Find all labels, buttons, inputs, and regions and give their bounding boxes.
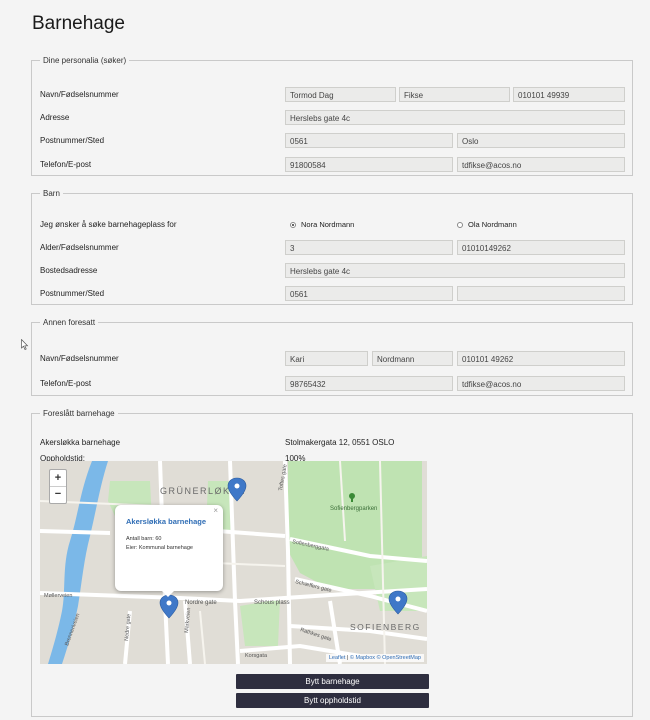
ssn-field[interactable]: 010101 49939 [513,87,625,102]
map-canvas[interactable]: GRÜNERLØKKA Sofienbergparken SOFIENBERG … [40,461,427,664]
apply-for-label: Jeg ønsker å søke barnehageplass for [40,220,177,229]
suggested-legend: Foreslått barnehage [43,409,115,418]
guardian-email-field[interactable]: tdfikse@acos.no [457,376,625,391]
page-title: Barnehage [32,13,125,34]
radio-dot [457,221,463,228]
park-tree-trunk [351,498,353,502]
phone-email-label: Telefon/E-post [40,160,92,169]
child-section: Barn Jeg ønsker å søke barnehageplass fo… [31,189,633,305]
radio-dot-selected [290,221,296,228]
attribution-mapbox-link[interactable]: © Mapbox [350,655,375,661]
email-field[interactable]: tdfikse@acos.no [457,157,625,172]
popup-title: Akersløkka barnehage [126,517,207,526]
child-postal-code-field[interactable]: 0561 [285,286,453,301]
other-guardian-legend: Annen foresatt [43,318,96,327]
address-field[interactable]: Herslebs gate 4c [285,110,625,125]
mouse-cursor-icon [21,339,29,350]
guardian-phone-field[interactable]: 98765432 [285,376,453,391]
kindergarten-address: Stolmakergata 12, 0551 OSLO [285,438,395,447]
popup-owner: Eier: Kommunal barnehage [126,545,193,551]
last-name-field[interactable]: Fikse [399,87,510,102]
guardian-first-name-field[interactable]: Kari [285,351,368,366]
attribution-osm-link[interactable]: © OpenStreetMap [377,655,421,661]
home-address-label: Bostedsadresse [40,266,98,275]
guardian-name-ssn-label: Navn/Fødselsnummer [40,354,119,363]
first-name-field[interactable]: Tormod Dag [285,87,396,102]
child-city-field[interactable] [457,286,625,301]
radio-ola[interactable]: Ola Nordmann [457,220,517,229]
personal-info-legend: Dine personalia (søker) [43,56,127,65]
park-area [240,599,280,646]
postal-code-field[interactable]: 0561 [285,133,453,148]
city-field[interactable]: Oslo [457,133,625,148]
kindergarten-name: Akersløkka barnehage [40,438,121,447]
map-label-korsgata: Korsgata [245,653,268,659]
map-label-sofienbergparken: Sofienbergparken [330,506,377,512]
radio-nora[interactable]: Nora Nordmann [290,220,354,229]
zoom-control: + − [49,469,67,504]
personal-info-section: Dine personalia (søker) Navn/Fødselsnumm… [31,56,633,176]
postal-city-label: Postnummer/Sted [40,136,105,145]
other-guardian-section: Annen foresatt Navn/Fødselsnummer Telefo… [31,318,633,396]
address-label: Adresse [40,113,70,122]
name-ssn-label: Navn/Fødselsnummer [40,90,119,99]
page: Barnehage Dine personalia (søker) Navn/F… [0,0,650,720]
guardian-phone-email-label: Telefon/E-post [40,379,92,388]
map-popup: × Akersløkka barnehage Antall barn: 60 E… [115,505,223,597]
zoom-in-button[interactable]: + [50,470,66,487]
age-ssn-label: Alder/Fødselsnummer [40,243,119,252]
child-legend: Barn [43,189,60,198]
change-hours-button[interactable]: Bytt oppholdstid [236,693,429,708]
radio-ola-label: Ola Nordmann [468,220,517,229]
map-label-mollerveien: Møllerveien [44,593,72,599]
map[interactable]: GRÜNERLØKKA Sofienbergparken SOFIENBERG … [40,461,427,664]
child-address-field[interactable]: Herslebs gate 4c [285,263,625,278]
age-field[interactable]: 3 [285,240,453,255]
guardian-ssn-field[interactable]: 010101 49262 [457,351,625,366]
popup-close-button[interactable]: × [213,506,218,515]
map-label-sofienberg: SOFIENBERG [350,622,421,632]
map-attribution: Leaflet | © Mapbox © OpenStreetMap [325,654,424,662]
attribution-leaflet-link[interactable]: Leaflet [329,655,346,661]
popup-children-count: Antall barn: 60 [126,536,162,542]
change-kindergarten-button[interactable]: Bytt barnehage [236,674,429,689]
guardian-last-name-field[interactable]: Nordmann [372,351,453,366]
radio-nora-label: Nora Nordmann [301,220,355,229]
map-label-schous-plass: Schous plass [254,600,290,606]
popup-tip [161,590,175,597]
child-ssn-field[interactable]: 01010149262 [457,240,625,255]
phone-field[interactable]: 91800584 [285,157,453,172]
child-postal-city-label: Postnummer/Sted [40,289,105,298]
zoom-out-button[interactable]: − [50,487,66,503]
map-label-nordre-gate: Nordre gate [185,600,217,606]
